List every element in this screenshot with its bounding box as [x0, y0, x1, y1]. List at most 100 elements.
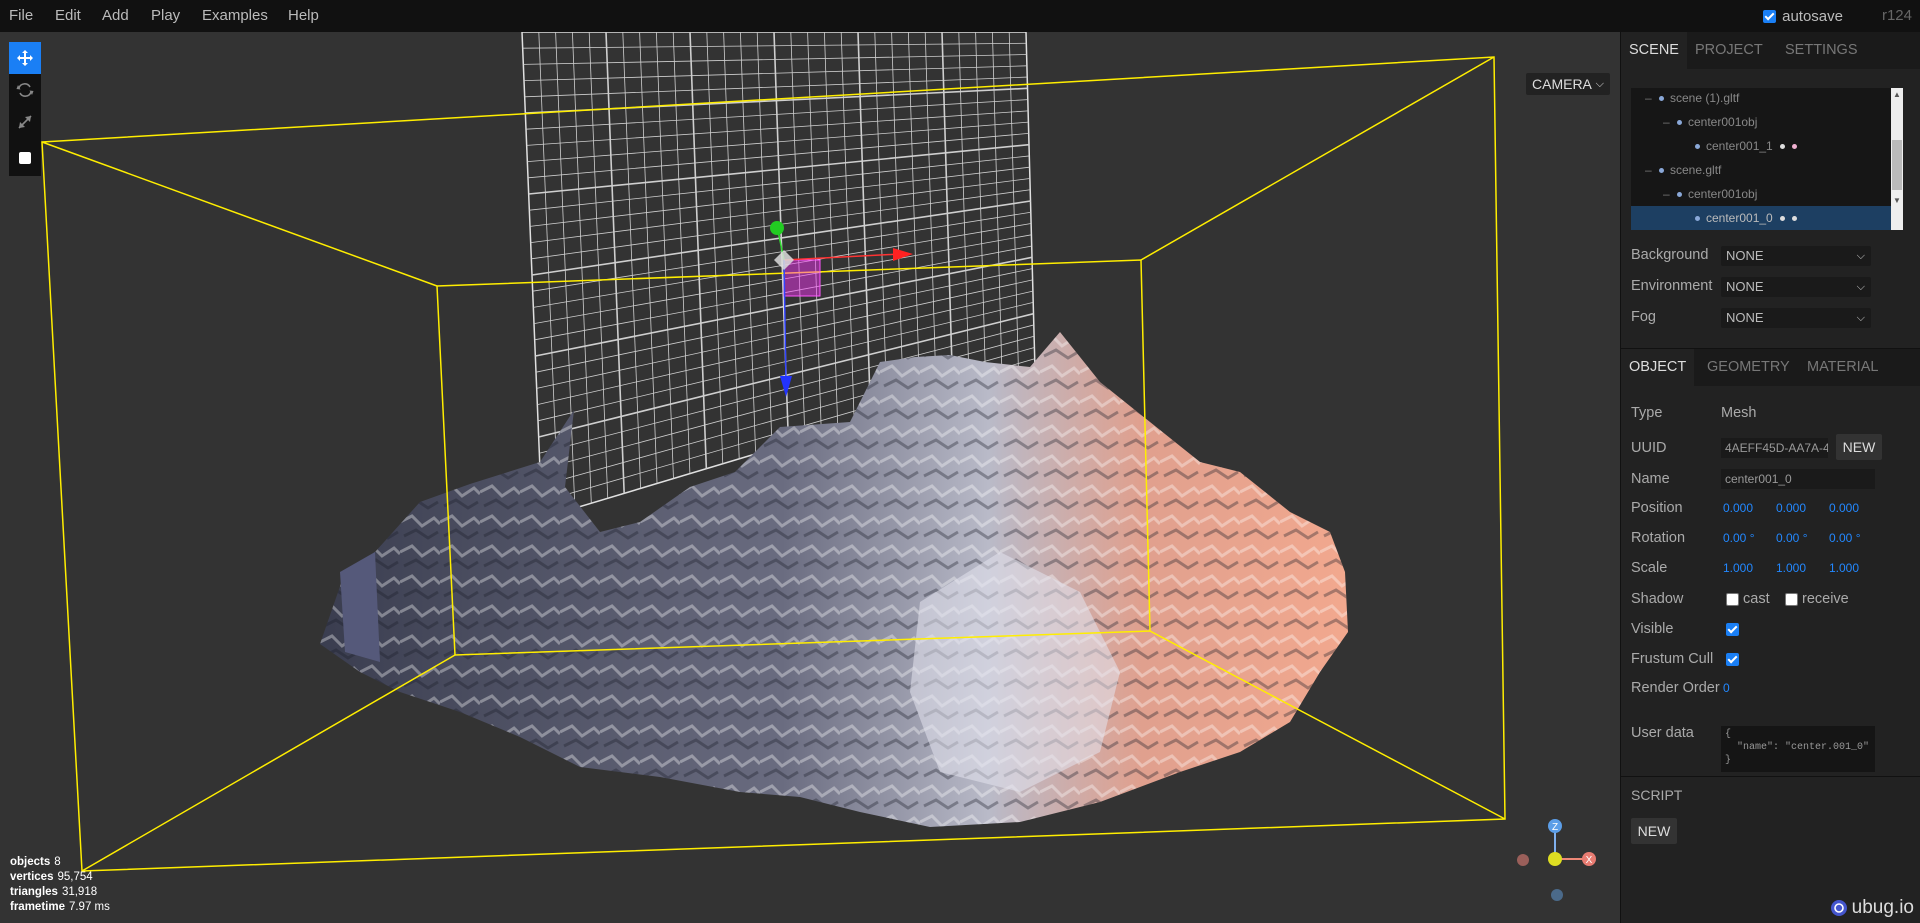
outliner-scrollbar[interactable]: ▲ ▼: [1891, 88, 1903, 230]
object-dot-icon: [1659, 96, 1664, 101]
chevron-down-icon: ⌵: [1856, 250, 1865, 262]
triangles-count: 31,918: [61, 886, 98, 898]
tab-settings[interactable]: SETTINGS: [1777, 32, 1866, 69]
receive-label: receive: [1802, 591, 1849, 607]
geometry-dot-icon: [1779, 144, 1785, 149]
outliner-opener[interactable]: –: [1663, 110, 1673, 134]
name-field[interactable]: center001_0: [1721, 469, 1875, 489]
receive-shadow-checkbox[interactable]: [1785, 593, 1798, 606]
scale-tool-button[interactable]: [9, 106, 41, 138]
triangles-label: triangles: [10, 886, 58, 898]
ubug-logo-icon: [1830, 900, 1847, 916]
axis-negx-handle[interactable]: [1517, 854, 1529, 866]
visible-checkbox[interactable]: [1726, 623, 1739, 636]
position-label: Position: [1631, 500, 1683, 516]
objects-label: objects: [10, 856, 51, 868]
scroll-down-icon[interactable]: ▼: [1893, 196, 1901, 205]
background-select[interactable]: NONE ⌵: [1721, 246, 1871, 266]
outliner-scroll-thumb[interactable]: [1892, 140, 1902, 190]
mesh-dot-icon: [1695, 216, 1700, 221]
menu-file[interactable]: File: [9, 0, 33, 32]
vertices-label: vertices: [10, 871, 54, 883]
menu-examples[interactable]: Examples: [202, 0, 268, 32]
rotate-tool-button[interactable]: [9, 74, 41, 106]
outliner-item-scene-gltf[interactable]: – scene.gltf: [1631, 158, 1903, 182]
local-space-toggle[interactable]: [9, 142, 41, 174]
script-label: SCRIPT: [1631, 787, 1683, 803]
position-x-field[interactable]: 0.000: [1723, 498, 1753, 518]
autosave-toggle[interactable]: autosave: [1763, 0, 1843, 32]
geometry-dot-icon: [1779, 216, 1785, 221]
rotation-x-field[interactable]: 0.00 °: [1723, 528, 1755, 548]
background-value: NONE: [1726, 248, 1764, 263]
scene-canvas[interactable]: [0, 32, 1620, 923]
frametime-label: frametime: [10, 901, 65, 913]
type-label: Type: [1631, 405, 1663, 421]
outliner-opener[interactable]: –: [1663, 182, 1673, 206]
axis-y-handle[interactable]: [1548, 852, 1562, 866]
camera-select-value: CAMERA: [1532, 76, 1592, 92]
view-helper[interactable]: Z X: [1508, 814, 1598, 904]
tab-object[interactable]: OBJECT: [1621, 349, 1695, 386]
translate-tool-button[interactable]: [9, 42, 41, 74]
viewport[interactable]: Z X CAMERA ⌵ objects 8 vertices 95,754 tri…: [0, 32, 1620, 923]
name-label: Name: [1631, 471, 1670, 487]
render-order-field[interactable]: 0: [1723, 678, 1730, 698]
tab-geometry[interactable]: GEOMETRY: [1699, 349, 1798, 386]
cast-shadow-checkbox[interactable]: [1726, 593, 1739, 606]
position-z-field[interactable]: 0.000: [1829, 498, 1859, 518]
rotation-z-field[interactable]: 0.00 °: [1829, 528, 1861, 548]
menu-edit[interactable]: Edit: [55, 0, 81, 32]
vertices-count: 95,754: [57, 871, 93, 883]
tab-project[interactable]: PROJECT: [1687, 32, 1771, 69]
autosave-checkbox[interactable]: [1763, 9, 1777, 23]
outliner-opener[interactable]: –: [1645, 88, 1655, 110]
uuid-field[interactable]: 4AEFF45D-AA7A-4: [1721, 438, 1828, 458]
rotate-icon: [16, 83, 34, 97]
object-dot-icon: [1659, 168, 1664, 173]
mesh-dot-icon: [1695, 144, 1700, 149]
sidebar-tabs: SCENE PROJECT SETTINGS: [1621, 32, 1920, 69]
objects-count: 8: [54, 856, 61, 868]
object-dot-icon: [1677, 120, 1682, 125]
scene-outliner[interactable]: – scene (1).gltf – center001obj center001_…: [1631, 88, 1903, 230]
camera-select[interactable]: CAMERA ⌵: [1526, 73, 1610, 95]
menu-play[interactable]: Play: [151, 0, 180, 32]
local-space-checkbox[interactable]: [19, 152, 31, 164]
ubug-logo-text: ubug.io: [1851, 897, 1914, 918]
outliner-item-label: scene.gltf: [1670, 163, 1722, 177]
scale-y-field[interactable]: 1.000: [1776, 558, 1806, 578]
outliner-item-center001-0[interactable]: center001_0: [1631, 206, 1903, 230]
menu-help[interactable]: Help: [288, 0, 319, 32]
outliner-item-center001obj-2[interactable]: – center001obj: [1631, 182, 1903, 206]
outliner-item-center001obj[interactable]: – center001obj: [1631, 110, 1903, 134]
tab-material[interactable]: MATERIAL: [1799, 349, 1886, 386]
mountain-mesh[interactable]: [320, 332, 1348, 827]
tab-scene[interactable]: SCENE: [1621, 32, 1687, 69]
rotation-y-field[interactable]: 0.00 °: [1776, 528, 1808, 548]
fog-select[interactable]: NONE ⌵: [1721, 308, 1871, 328]
frustum-cull-checkbox[interactable]: [1726, 653, 1739, 666]
outliner-item-center001-1[interactable]: center001_1: [1631, 134, 1903, 158]
environment-select[interactable]: NONE ⌵: [1721, 277, 1871, 297]
menu-add[interactable]: Add: [102, 0, 129, 32]
background-label: Background: [1631, 247, 1709, 263]
outliner-item-label: scene (1).gltf: [1670, 91, 1740, 105]
scroll-up-icon[interactable]: ▲: [1893, 90, 1901, 99]
ubug-logo: ubug.io: [1830, 897, 1914, 919]
script-new-button[interactable]: NEW: [1631, 818, 1677, 844]
axis-negz-handle[interactable]: [1551, 889, 1563, 901]
position-y-field[interactable]: 0.000: [1776, 498, 1806, 518]
uuid-new-button[interactable]: NEW: [1836, 434, 1882, 460]
object-dot-icon: [1677, 192, 1682, 197]
uuid-label: UUID: [1631, 440, 1667, 456]
outliner-item-scene1[interactable]: – scene (1).gltf: [1631, 88, 1903, 110]
material-dot-icon: [1791, 216, 1797, 221]
scale-x-field[interactable]: 1.000: [1723, 558, 1753, 578]
axis-z-label: Z: [1552, 822, 1558, 833]
user-data-label: User data: [1631, 725, 1694, 741]
user-data-textarea[interactable]: { "name": "center.001_0" }: [1721, 726, 1875, 772]
outliner-item-label: center001_0: [1706, 211, 1773, 225]
outliner-opener[interactable]: –: [1645, 158, 1655, 182]
scale-z-field[interactable]: 1.000: [1829, 558, 1859, 578]
